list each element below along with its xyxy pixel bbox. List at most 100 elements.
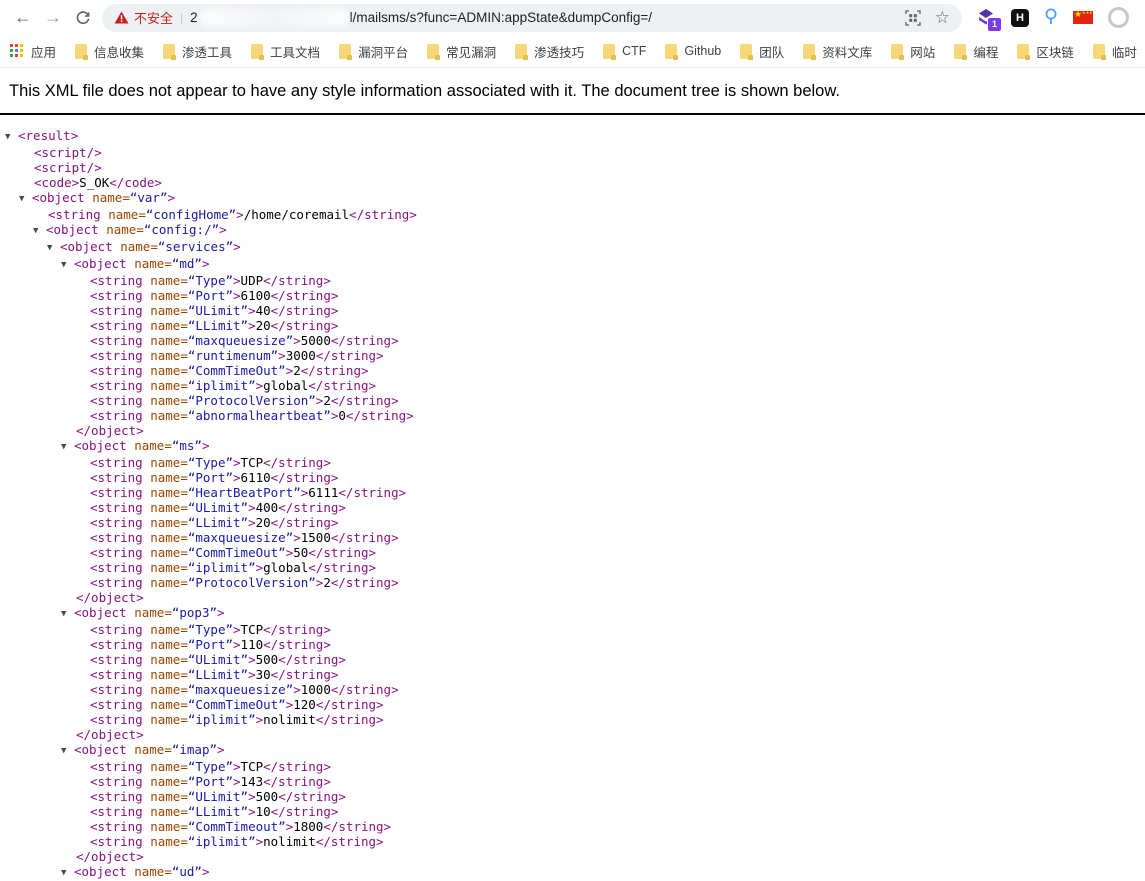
bookmark-folder[interactable]: 网站 bbox=[891, 42, 935, 61]
xml-node-line: <string name=“CommTimeout”>1800</string> bbox=[90, 819, 392, 834]
bookmark-folder[interactable]: 信息收集 bbox=[75, 42, 144, 61]
bookmark-apps-shortcut[interactable]: 应用 bbox=[10, 42, 56, 61]
hackbar-extension-icon[interactable]: H bbox=[1011, 8, 1029, 27]
qr-code-icon[interactable] bbox=[905, 9, 921, 26]
xml-node-line: <string name=“ProtocolVersion”>2</string… bbox=[90, 393, 399, 408]
collapse-arrow-icon[interactable]: ▼ bbox=[61, 607, 74, 622]
bookmark-folder[interactable]: 常见漏洞 bbox=[427, 42, 496, 61]
collapse-arrow-icon[interactable]: ▼ bbox=[61, 440, 74, 455]
xml-node-line: </object> bbox=[76, 590, 144, 605]
bookmark-folder[interactable]: 区块链 bbox=[1017, 42, 1074, 61]
bookmark-label: 工具文档 bbox=[270, 45, 321, 60]
xml-node-line: </object> bbox=[76, 727, 144, 742]
xml-node-line: <string name=“Type”>TCP</string> bbox=[90, 622, 331, 637]
flag-extension-icon[interactable]: ★ ★★★★ bbox=[1073, 11, 1093, 24]
reload-button[interactable] bbox=[68, 3, 98, 33]
folder-icon bbox=[75, 43, 89, 60]
collapse-arrow-icon[interactable]: ▼ bbox=[47, 241, 60, 256]
bookmark-folder[interactable]: 资料文库 bbox=[803, 42, 872, 61]
bookmark-label: 网站 bbox=[910, 45, 936, 60]
xml-node-line: <string name=“iplimit”>nolimit</string> bbox=[90, 834, 384, 849]
xml-node-line: <string name=“maxqueuesize”>5000</string… bbox=[90, 333, 399, 348]
folder-icon bbox=[665, 43, 679, 60]
purple-layers-extension-icon[interactable]: 1 bbox=[976, 8, 1002, 32]
bookmark-star-icon[interactable]: ☆ bbox=[935, 9, 950, 26]
xml-node-line: <string name=“ULimit”>40</string> bbox=[90, 303, 339, 318]
xml-node-line: <string name=“iplimit”>global</string> bbox=[90, 378, 377, 393]
bookmark-label: Github bbox=[684, 44, 722, 58]
xml-document-tree: ▼ <result> <script/> <script/> <code>S_OK</c… bbox=[0, 115, 1145, 881]
forward-button[interactable]: → bbox=[38, 3, 68, 33]
avatar-ring bbox=[1108, 7, 1129, 28]
bookmark-folder[interactable]: 渗透技巧 bbox=[515, 42, 584, 61]
folder-icon bbox=[954, 43, 968, 60]
xml-node-line: <code>S_OK</code> bbox=[34, 175, 162, 190]
bookmark-folder[interactable]: 编程 bbox=[954, 42, 998, 61]
xml-node-line: <string name=“LLimit”>20</string> bbox=[90, 515, 339, 530]
xml-node-line: ▼ <object name=“ud”> bbox=[61, 864, 210, 881]
xml-node-line: <string name=“runtimenum”>3000</string> bbox=[90, 348, 384, 363]
folder-icon bbox=[427, 43, 441, 60]
profile-avatar-icon[interactable] bbox=[1108, 7, 1129, 28]
xml-node-line: <string name=“Type”>TCP</string> bbox=[90, 759, 331, 774]
xml-node-line: <string name=“iplimit”>nolimit</string> bbox=[90, 712, 384, 727]
security-warning-icon[interactable] bbox=[114, 11, 129, 24]
folder-icon bbox=[1017, 43, 1031, 60]
xml-node-line: <string name=“maxqueuesize”>1000</string… bbox=[90, 682, 399, 697]
bookmark-label: 漏洞平台 bbox=[358, 45, 409, 60]
xml-no-style-message: This XML file does not appear to have an… bbox=[0, 68, 1145, 115]
bookmark-folder[interactable]: 工具文档 bbox=[251, 42, 320, 61]
bookmark-label: 团队 bbox=[759, 45, 785, 60]
xml-node-line: <string name=“LLimit”>20</string> bbox=[90, 318, 339, 333]
collapse-arrow-icon[interactable]: ▼ bbox=[33, 224, 46, 239]
bookmark-folder[interactable]: 临时 bbox=[1092, 42, 1137, 61]
bookmark-label: 资料文库 bbox=[822, 45, 873, 60]
bookmark-label: CTF bbox=[622, 44, 647, 58]
bookmark-folder[interactable]: 漏洞平台 bbox=[339, 42, 408, 61]
back-button[interactable]: ← bbox=[8, 3, 38, 33]
xml-node-line: <string name=“ULimit”>400</string> bbox=[90, 500, 346, 515]
reload-icon bbox=[76, 10, 90, 24]
xml-node-line: <string name=“CommTimeOut”>120</string> bbox=[90, 697, 384, 712]
xml-node-line: </object> bbox=[76, 423, 144, 438]
collapse-arrow-icon[interactable]: ▼ bbox=[19, 192, 32, 207]
pin-extension-icon[interactable] bbox=[1044, 8, 1058, 27]
folder-icon bbox=[339, 43, 353, 60]
collapse-arrow-icon[interactable]: ▼ bbox=[61, 744, 74, 759]
xml-node-line: <string name=“Port”>143</string> bbox=[90, 774, 331, 789]
url-host-stub: 2 bbox=[190, 10, 198, 25]
xml-node-line: <script/> bbox=[34, 160, 102, 175]
extensions-row: 1 H ★ ★★★★ bbox=[970, 7, 1139, 32]
address-bar[interactable]: 不安全 | 2 l/mailsms/s?func=ADMIN:appState&… bbox=[102, 3, 962, 32]
xml-node-line: </object> bbox=[76, 849, 144, 864]
extension-badge: 1 bbox=[986, 16, 1002, 32]
folder-icon bbox=[891, 43, 905, 60]
bookmark-folder[interactable]: 团队 bbox=[740, 42, 784, 61]
hackbar-letter: H bbox=[1011, 8, 1029, 27]
bookmark-folder[interactable]: CTF bbox=[603, 43, 647, 60]
xml-node-line: ▼ <object name=“var”> bbox=[19, 190, 176, 207]
folder-icon bbox=[803, 43, 817, 60]
collapse-arrow-icon[interactable]: ▼ bbox=[5, 130, 18, 145]
collapse-arrow-icon[interactable]: ▼ bbox=[61, 258, 74, 273]
bookmark-folder[interactable]: Github bbox=[665, 43, 722, 60]
xml-node-line: <string name=“CommTimeOut”>50</string> bbox=[90, 545, 377, 560]
xml-node-line: ▼ <object name=“ms”> bbox=[61, 438, 210, 455]
folder-icon bbox=[740, 43, 754, 60]
xml-node-line: <string name=“LLimit”>10</string> bbox=[90, 804, 339, 819]
bookmark-folder[interactable]: 渗透工具 bbox=[163, 42, 232, 61]
xml-node-line: ▼ <object name=“md”> bbox=[61, 256, 210, 273]
bookmark-label: 信息收集 bbox=[94, 45, 145, 60]
folder-icon bbox=[603, 43, 617, 60]
xml-node-line: <string name=“ProtocolVersion”>2</string… bbox=[90, 575, 399, 590]
bookmark-label: 常见漏洞 bbox=[446, 45, 497, 60]
bookmarks-bar: 应用 信息收集 渗透工具 工具文档 漏洞平台 常见漏洞 渗透技巧 CTF Github 团队 资料… bbox=[0, 35, 1145, 68]
folder-icon bbox=[515, 43, 529, 60]
omnibox-separator: | bbox=[180, 10, 184, 25]
xml-node-line: <string name=“maxqueuesize”>1500</string… bbox=[90, 530, 399, 545]
folder-icon bbox=[251, 43, 265, 60]
xml-node-line: <string name=“ULimit”>500</string> bbox=[90, 789, 346, 804]
collapse-arrow-icon[interactable]: ▼ bbox=[61, 866, 74, 881]
browser-toolbar: ← → 不安全 | 2 l/mailsms/s?func=ADMIN:appSt… bbox=[0, 0, 1145, 35]
xml-node-line: ▼ <object name=“pop3”> bbox=[61, 605, 225, 622]
